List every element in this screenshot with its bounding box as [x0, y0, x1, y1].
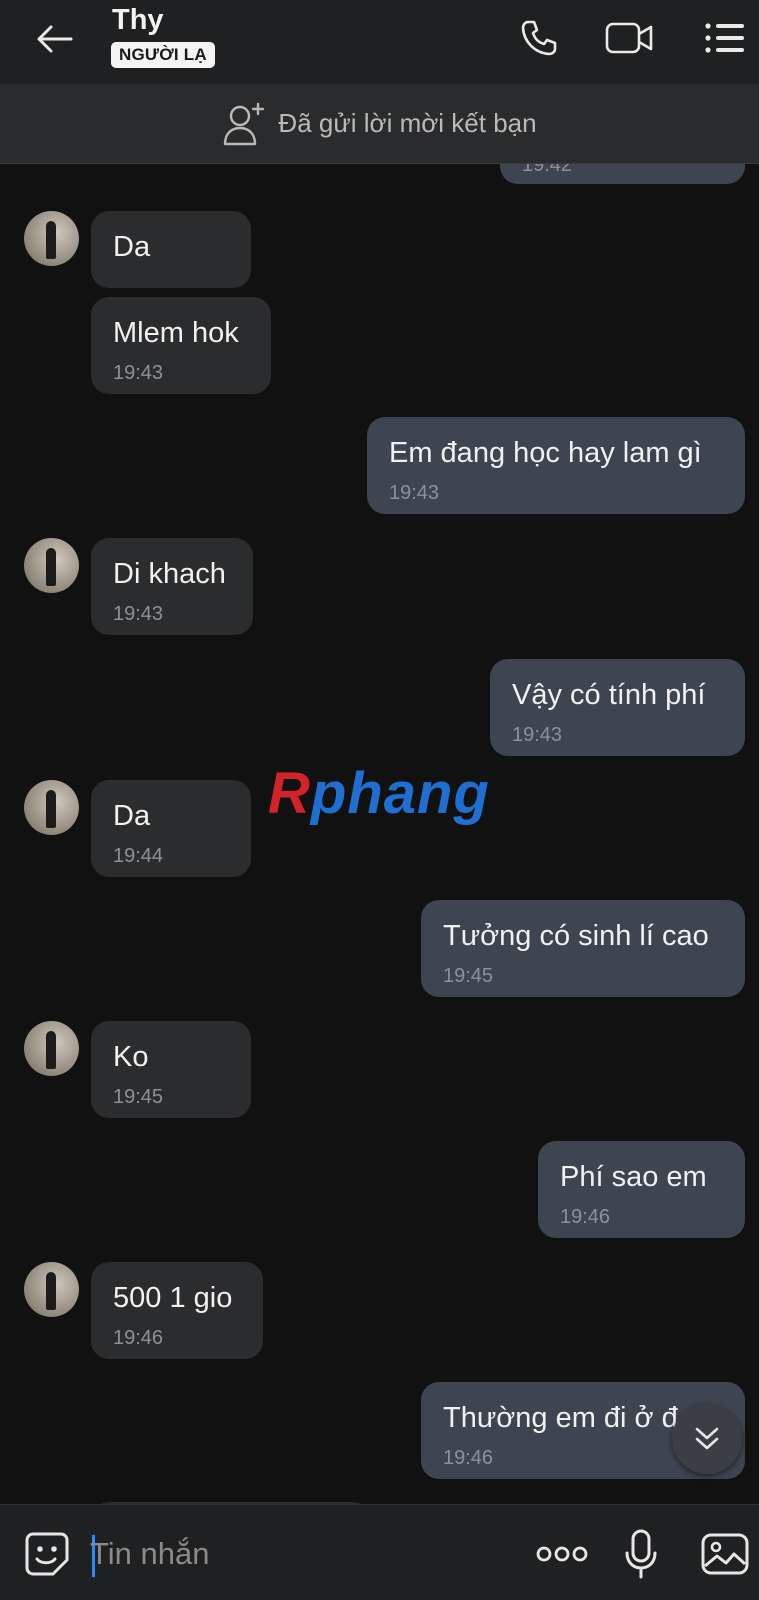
message-text: Em đang học hay lam gì — [389, 437, 702, 469]
back-arrow-icon — [37, 25, 73, 53]
message-bubble-outgoing[interactable]: Em đang học hay lam gì 19:43 — [367, 417, 745, 514]
message-time: 19:43 — [389, 482, 440, 504]
back-button[interactable] — [30, 18, 78, 60]
chat-header: Thy NGƯỜI LẠ — [0, 0, 759, 84]
video-camera-icon — [605, 22, 653, 54]
sticker-button[interactable] — [20, 1527, 74, 1581]
microphone-icon — [625, 1529, 657, 1579]
contact-avatar[interactable] — [24, 1021, 79, 1076]
emoji-sticker-icon — [25, 1532, 69, 1576]
message-text: Mlem hok — [113, 317, 239, 349]
message-bubble-outgoing[interactable]: Tưởng có sinh lí cao 19:45 — [421, 900, 745, 997]
message-time: 19:46 — [560, 1206, 611, 1228]
stranger-badge: NGƯỜI LẠ — [111, 42, 215, 68]
message-list[interactable]: 19:42 Da Mlem hok 19:43 Em đang học hay … — [0, 164, 759, 1504]
message-text: Da — [113, 800, 151, 832]
contact-name[interactable]: Thy — [112, 4, 164, 37]
message-bubble-outgoing[interactable]: Phí sao em 19:46 — [538, 1141, 745, 1238]
message-time: 19:43 — [113, 603, 164, 625]
message-text: 500 1 gio — [113, 1282, 233, 1314]
message-time: 19:44 — [113, 845, 164, 867]
message-text: Tưởng có sinh lí cao — [443, 920, 709, 952]
photo-gallery-button[interactable] — [698, 1527, 752, 1581]
menu-button[interactable] — [700, 16, 750, 60]
contact-avatar[interactable] — [24, 1262, 79, 1317]
message-text: Da — [113, 231, 151, 263]
contact-avatar[interactable] — [24, 538, 79, 593]
scroll-to-bottom-button[interactable] — [672, 1404, 742, 1474]
message-time: 19:46 — [113, 1327, 164, 1349]
message-input[interactable] — [90, 1529, 510, 1579]
message-time: 19:43 — [512, 724, 563, 746]
message-bubble-incoming[interactable]: 500 1 gio 19:46 — [91, 1262, 263, 1359]
image-icon — [701, 1533, 749, 1575]
message-time: 19:42 — [522, 164, 573, 176]
message-bubble-incoming[interactable]: Da — [91, 211, 251, 288]
watermark-logo: Rphang — [268, 761, 490, 826]
list-menu-icon — [705, 23, 744, 53]
voice-call-button[interactable] — [514, 16, 564, 60]
more-options-button[interactable] — [532, 1527, 592, 1581]
message-bubble-incoming[interactable]: Ko 19:45 — [91, 1021, 251, 1118]
message-bubble-incoming[interactable]: Mlem hok 19:43 — [91, 297, 271, 394]
message-bubble-incoming[interactable]: Da 19:44 — [91, 780, 251, 877]
message-text: Phí sao em — [560, 1161, 707, 1193]
message-bubble-outgoing[interactable]: 19:42 — [500, 164, 745, 184]
friend-request-status-bar[interactable]: Đã gửi lời mời kết bạn — [0, 84, 759, 164]
voice-message-button[interactable] — [614, 1527, 668, 1581]
friend-request-text: Đã gửi lời mời kết bạn — [278, 108, 537, 138]
phone-icon — [521, 20, 557, 56]
add-friend-icon — [224, 102, 265, 145]
message-time: 19:45 — [443, 965, 494, 987]
message-text: Ko — [113, 1041, 149, 1073]
message-time: 19:43 — [113, 362, 164, 384]
composer-bar — [0, 1504, 759, 1600]
message-time: 19:45 — [113, 1086, 164, 1108]
video-call-button[interactable] — [604, 16, 654, 60]
message-bubble-outgoing[interactable]: Vậy có tính phí 19:43 — [490, 659, 745, 756]
contact-avatar[interactable] — [24, 211, 79, 266]
more-dots-icon — [536, 1546, 588, 1562]
contact-avatar[interactable] — [24, 780, 79, 835]
message-bubble-incoming[interactable]: Di khach 19:43 — [91, 538, 253, 635]
double-chevron-down-icon — [695, 1427, 719, 1450]
message-text: Di khach — [113, 558, 226, 590]
message-text: Vậy có tính phí — [512, 679, 706, 711]
